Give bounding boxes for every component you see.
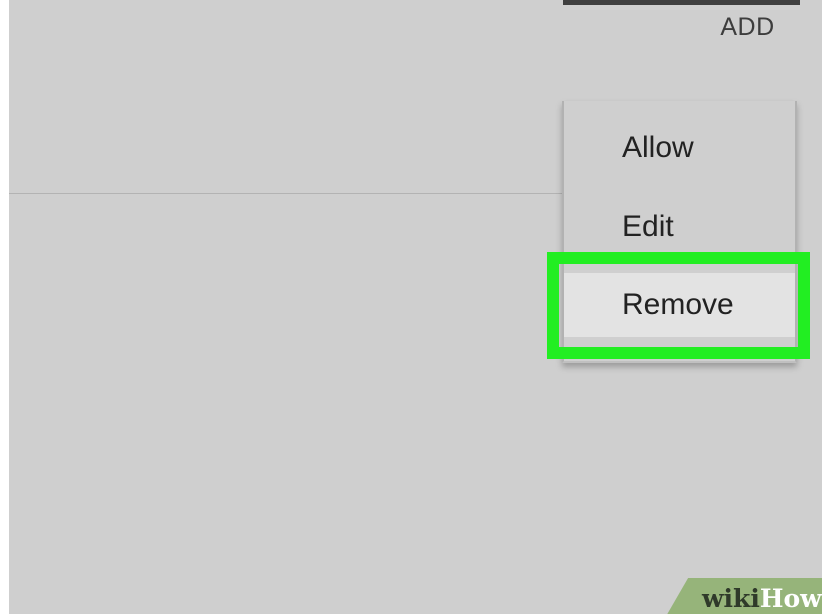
add-button[interactable]: ADD [700,10,795,44]
section-divider [9,193,566,194]
toolbar-edge [563,0,800,5]
menu-item-remove[interactable]: Remove [564,273,795,337]
context-menu: Allow Edit Remove [562,101,797,363]
watermark-how: How [759,584,822,613]
watermark-wiki: wiki [702,584,760,613]
menu-item-allow[interactable]: Allow [564,116,795,180]
screen: ADD Allow Edit Remove wikiHow [0,0,822,614]
menu-item-edit[interactable]: Edit [564,195,795,259]
wikihow-watermark: wikiHow [702,584,822,614]
